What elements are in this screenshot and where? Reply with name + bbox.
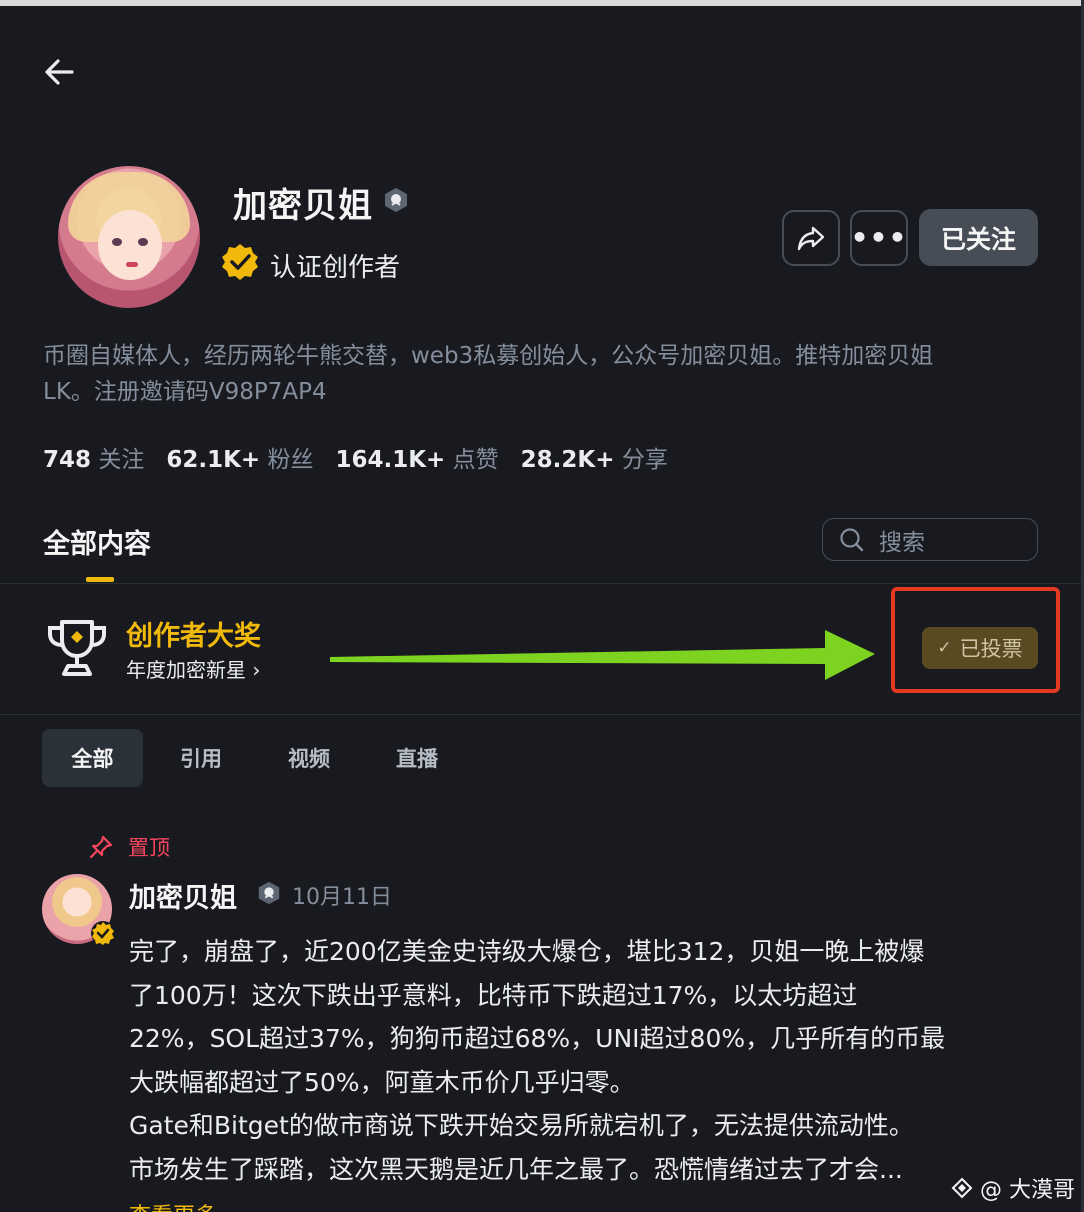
share-icon [797,226,825,251]
more-dots-icon: ••• [850,221,908,254]
verified-badge-icon [222,244,258,280]
trophy-icon [48,620,106,676]
post-line: 22%，SOL超过37%，狗狗币超过68%，UNI超过80%，几乎所有的币最 [129,1024,946,1053]
creator-award-title: 创作者大奖 [126,621,261,652]
bio-line-1: 币圈自媒体人，经历两轮牛熊交替，web3私募创始人，公众号加密贝姐。推特加密贝姐 [43,343,934,369]
post-line: Gate和Bitget的做市商说下跌开始交易所就宕机了，无法提供流动性。 [129,1111,914,1140]
stat-shares: 28.2K+ 分享 [520,447,668,473]
voted-label: 已投票 [959,637,1023,661]
verified-creator-label: 认证创作者 [270,253,401,283]
filter-tab-live[interactable]: 直播 [363,729,471,787]
pinned-label: 置顶 [128,836,170,860]
search-icon [840,527,864,551]
more-options-button[interactable]: ••• [850,210,908,266]
filter-tab-quote[interactable]: 引用 [147,729,255,787]
watermark-text: @ 大漠哥 [980,1178,1075,1203]
verified-badge-icon [91,921,115,945]
divider [0,583,1084,584]
diamond-logo-icon [951,1177,973,1199]
stat-likes: 164.1K+ 点赞 [335,447,499,473]
check-icon: ✓ [937,638,952,658]
see-more-link[interactable]: 查看更多 [129,1198,217,1212]
post-content[interactable]: 完了，崩盘了，近200亿美金史诗级大爆仓，堪比312，贝姐一晚上被爆 了100万… [129,930,1049,1191]
creator-level-badge-icon [385,188,407,212]
share-button[interactable] [782,210,840,266]
post-line: 大跌幅都超过了50%，阿童木币价几乎归零。 [129,1067,635,1097]
filter-tab-video[interactable]: 视频 [255,729,363,787]
back-arrow-icon [45,59,74,85]
following-button[interactable]: 已关注 [919,209,1038,266]
post-date: 10月11日 [292,885,392,910]
profile-avatar[interactable] [58,166,200,308]
creator-level-badge-icon [258,881,280,905]
voted-button[interactable]: ✓ 已投票 [922,627,1038,669]
top-border [0,0,1084,6]
back-button[interactable] [40,52,80,92]
active-tab-indicator [86,577,114,582]
filter-tab-all[interactable]: 全部 [42,729,143,787]
stat-followers[interactable]: 62.1K+ 粉丝 [166,440,313,474]
award-category-link[interactable]: 年度加密新星 › [126,654,260,683]
profile-name: 加密贝姐 [233,186,373,226]
pin-icon [89,835,113,859]
post-line: 了100万！这次下跌出乎意料，比特币下跌超过17%，以太坊超过 [129,980,858,1010]
post-line: 市场发生了踩踏，这次黑天鹅是近几年之最了。恐慌情绪过去了才会... [129,1154,903,1184]
content-filter-tabs: 全部 引用 视频 直播 [42,729,471,787]
pinned-indicator: 置顶 [88,832,170,862]
profile-bio: 币圈自媒体人，经历两轮牛熊交替，web3私募创始人，公众号加密贝姐。推特加密贝姐… [43,338,1033,410]
bio-line-2: LK。注册邀请码V98P7AP4 [43,379,327,405]
post-line: 完了，崩盘了，近200亿美金史诗级大爆仓，堪比312，贝姐一晚上被爆 [129,937,925,966]
divider [0,714,1084,715]
profile-stats: 748 关注 62.1K+ 粉丝 164.1K+ 点赞 28.2K+ 分享 [43,440,668,474]
annotation-arrow [330,630,875,680]
watermark: @ 大漠哥 [950,1172,1075,1204]
stat-following[interactable]: 748 关注 [43,440,144,474]
search-input[interactable]: 搜索 [822,518,1038,561]
post-author-name[interactable]: 加密贝姐 [129,876,237,915]
tab-all-content[interactable]: 全部内容 [43,522,151,561]
search-placeholder: 搜索 [879,529,925,556]
